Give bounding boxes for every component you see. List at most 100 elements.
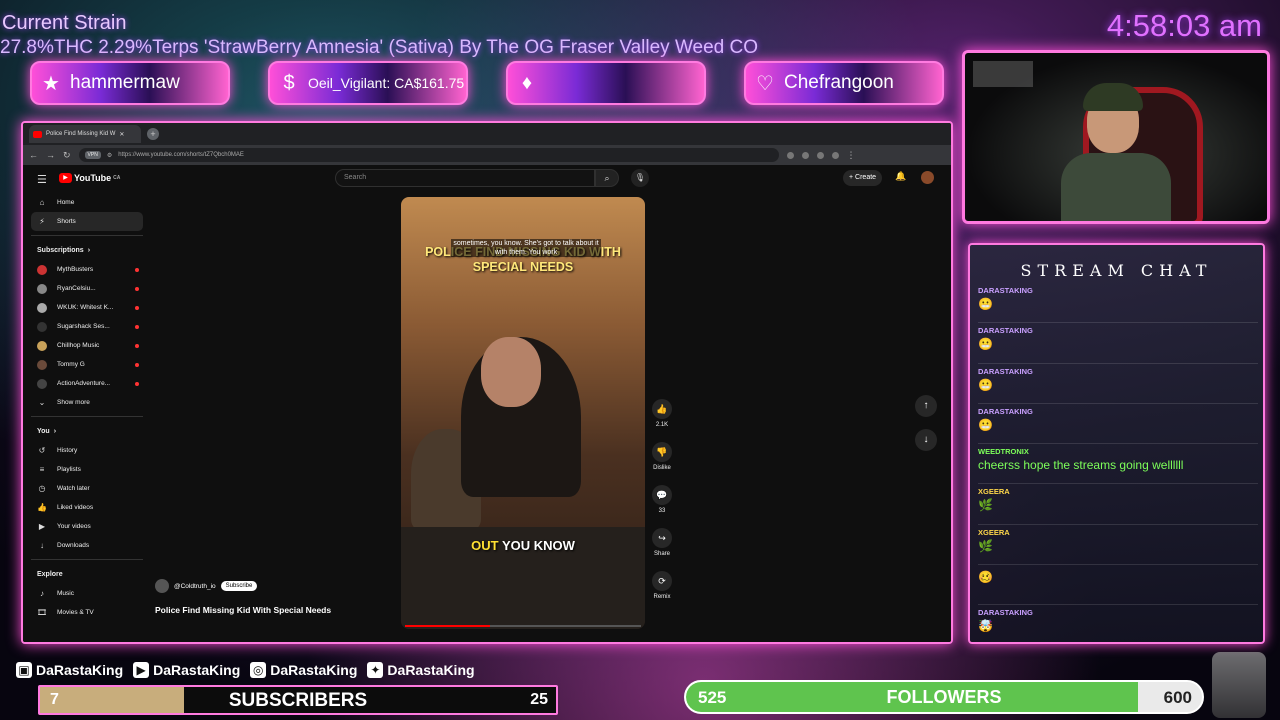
shorts-icon: ⚡	[39, 217, 45, 226]
comments-action[interactable]: 💬 33	[647, 485, 677, 528]
dislike-icon[interactable]: 👎	[652, 442, 672, 462]
search-input[interactable]: Search	[335, 169, 595, 187]
extension-icon[interactable]	[801, 151, 809, 159]
youtube-logo[interactable]: ▶ YouTube CA	[59, 173, 120, 183]
subscriber-label: SUBSCRIBERS	[228, 690, 368, 711]
next-short-button[interactable]: ↓	[915, 429, 937, 451]
notifications-bell-icon[interactable]: 🔔	[895, 171, 906, 182]
webcam-shelf	[973, 61, 1033, 87]
social-handles: ▣ DaRastaKing ▶ DaRastaKing ◎ DaRastaKing ✦ DaR…	[16, 662, 475, 678]
short-title[interactable]: Police Find Missing Kid With Special Nee…	[155, 605, 331, 615]
sidebar-subscription-item[interactable]: WKUK: Whitest K...	[31, 298, 143, 317]
youtube-wordmark: YouTube	[74, 173, 112, 183]
sidebar-item-liked[interactable]: 👍 Liked videos	[31, 498, 143, 517]
extension-icon[interactable]	[831, 151, 839, 159]
chevron-right-icon: ›	[87, 246, 91, 254]
channel-handle[interactable]: @Coldtruth_io	[174, 583, 216, 590]
live-indicator-icon	[135, 381, 139, 386]
sidebar-item-watch-later[interactable]: ◷ Watch later	[31, 479, 143, 498]
sidebar-item-movies[interactable]: 🎞 Movies & TV	[31, 603, 143, 622]
youtube-play-icon: ▶	[59, 173, 72, 183]
previous-short-button[interactable]: ↑	[915, 395, 937, 417]
dislike-action[interactable]: 👎 Dislike	[647, 442, 677, 485]
video-progress-bar[interactable]	[405, 625, 641, 627]
youtube-sidebar: ⌂ Home ⚡ Shorts Subscriptions › MythBust…	[31, 193, 143, 642]
forward-icon[interactable]: →	[46, 150, 55, 160]
channel-row: @Coldtruth_io Subscribe	[155, 579, 258, 593]
subscription-label: Tommy G	[57, 361, 85, 368]
sidebar-subscription-item[interactable]: Chillhop Music	[31, 336, 143, 355]
sidebar-item-shorts[interactable]: ⚡ Shorts	[31, 212, 143, 231]
browser-tab[interactable]: Police Find Missing Kid W ✕	[29, 125, 141, 143]
like-icon[interactable]: 👍	[652, 399, 672, 419]
stream-chat: STREAM CHAT DARASTAKING 😬 DARASTAKING 😬 DARA…	[968, 243, 1265, 644]
heart-icon: ♡	[756, 72, 774, 95]
sidebar-divider	[31, 416, 143, 417]
url-bar[interactable]: VPN ⚙ https://www.youtube.com/shorts/tZ7…	[78, 148, 779, 162]
remix-action[interactable]: ⟳ Remix	[647, 571, 677, 614]
new-tab-icon[interactable]: +	[147, 128, 159, 140]
sidebar-item-music[interactable]: ♪ Music	[31, 584, 143, 603]
extension-icon[interactable]	[786, 151, 794, 159]
chat-emote-icon: 😬	[978, 297, 993, 311]
channel-avatar	[37, 264, 47, 275]
glass-jar	[1212, 652, 1266, 718]
url-text[interactable]: https://www.youtube.com/shorts/tZ7Qbch0M…	[118, 152, 244, 158]
downloads-icon: ↓	[40, 541, 44, 550]
sidebar-you-header[interactable]: You ›	[31, 421, 143, 441]
subscription-label: Sugarshack Ses...	[57, 323, 110, 330]
sidebar-subscription-item[interactable]: ActionAdventure...	[31, 374, 143, 393]
site-info-icon[interactable]: ⚙	[107, 152, 112, 159]
sidebar-item-home[interactable]: ⌂ Home	[31, 193, 143, 212]
sidebar-subscription-item[interactable]: RyanCelsiu...	[31, 279, 143, 298]
chat-username: DARASTAKING	[978, 608, 1033, 618]
sidebar-item-playlists[interactable]: ≡ Playlists	[31, 460, 143, 479]
share-icon[interactable]: ↪	[652, 528, 672, 548]
extension-icon[interactable]	[816, 151, 824, 159]
menu-kebab-icon[interactable]: ⋮	[847, 150, 856, 161]
watch-later-icon: ◷	[38, 484, 46, 493]
hamburger-menu-icon[interactable]: ☰	[37, 173, 47, 186]
follower-goal: 600	[1163, 688, 1192, 707]
account-avatar[interactable]	[921, 171, 934, 184]
sidebar-item-label: Home	[57, 199, 75, 206]
subscriptions-title: Subscriptions	[37, 246, 84, 254]
short-video-player[interactable]: POLICE FIND MISSING KID WITH SPECIAL NEE…	[401, 197, 645, 629]
back-icon[interactable]: ←	[29, 150, 38, 160]
sidebar-subscription-item[interactable]: Sugarshack Ses...	[31, 317, 143, 336]
sidebar-subscription-item[interactable]: MythBusters	[31, 260, 143, 279]
live-indicator-icon	[135, 267, 139, 272]
sidebar-item-history[interactable]: ↺ History	[31, 441, 143, 460]
sidebar-subscription-item[interactable]: Tommy G	[31, 355, 143, 374]
search-icon[interactable]: ⌕	[595, 169, 619, 187]
chat-message: XGEERA 🌿	[978, 525, 1258, 566]
subscribe-button[interactable]: Subscribe	[220, 581, 258, 591]
channel-avatar	[37, 359, 47, 370]
comments-icon[interactable]: 💬	[652, 485, 672, 505]
sidebar-show-more[interactable]: ⌄ Show more	[31, 393, 143, 412]
sidebar-item-your-videos[interactable]: ▶ Your videos	[31, 517, 143, 536]
vpn-badge[interactable]: VPN	[84, 151, 101, 159]
microphone-icon[interactable]: 🎙	[631, 169, 649, 187]
chat-message: WEEDTRONIX cheerss hope the streams going…	[978, 444, 1258, 485]
webcam-person-beanie	[1083, 83, 1143, 111]
like-action[interactable]: 👍 2.1K	[647, 399, 677, 442]
clock: 4:58:03 am	[1106, 8, 1262, 43]
create-button[interactable]: + Create	[843, 170, 883, 186]
chat-emote-icon: 🌿	[978, 498, 993, 513]
subscriber-goal-bar: 7 SUBSCRIBERS 25	[38, 685, 558, 715]
caption-highlight: OUT	[471, 538, 499, 553]
alert-donation: $ Oeil_Vigilant: CA$161.75	[268, 61, 468, 105]
diamond-icon: ♦	[521, 71, 533, 94]
share-action[interactable]: ↪ Share	[647, 528, 677, 571]
chat-emote-icon: 😬	[978, 417, 993, 432]
reload-icon[interactable]: ↻	[63, 150, 71, 161]
chat-message-list: DARASTAKING 😬 DARASTAKING 😬 DARASTAKING 😬 DARA…	[978, 283, 1258, 642]
sidebar-explore-header: Explore	[31, 564, 143, 584]
sidebar-subscriptions-header[interactable]: Subscriptions ›	[31, 240, 143, 260]
remix-icon[interactable]: ⟳	[652, 571, 672, 591]
close-tab-icon[interactable]: ✕	[119, 131, 124, 138]
subscription-label: Chillhop Music	[57, 342, 100, 349]
sidebar-item-downloads[interactable]: ↓ Downloads	[31, 536, 143, 555]
channel-avatar[interactable]	[155, 579, 169, 593]
